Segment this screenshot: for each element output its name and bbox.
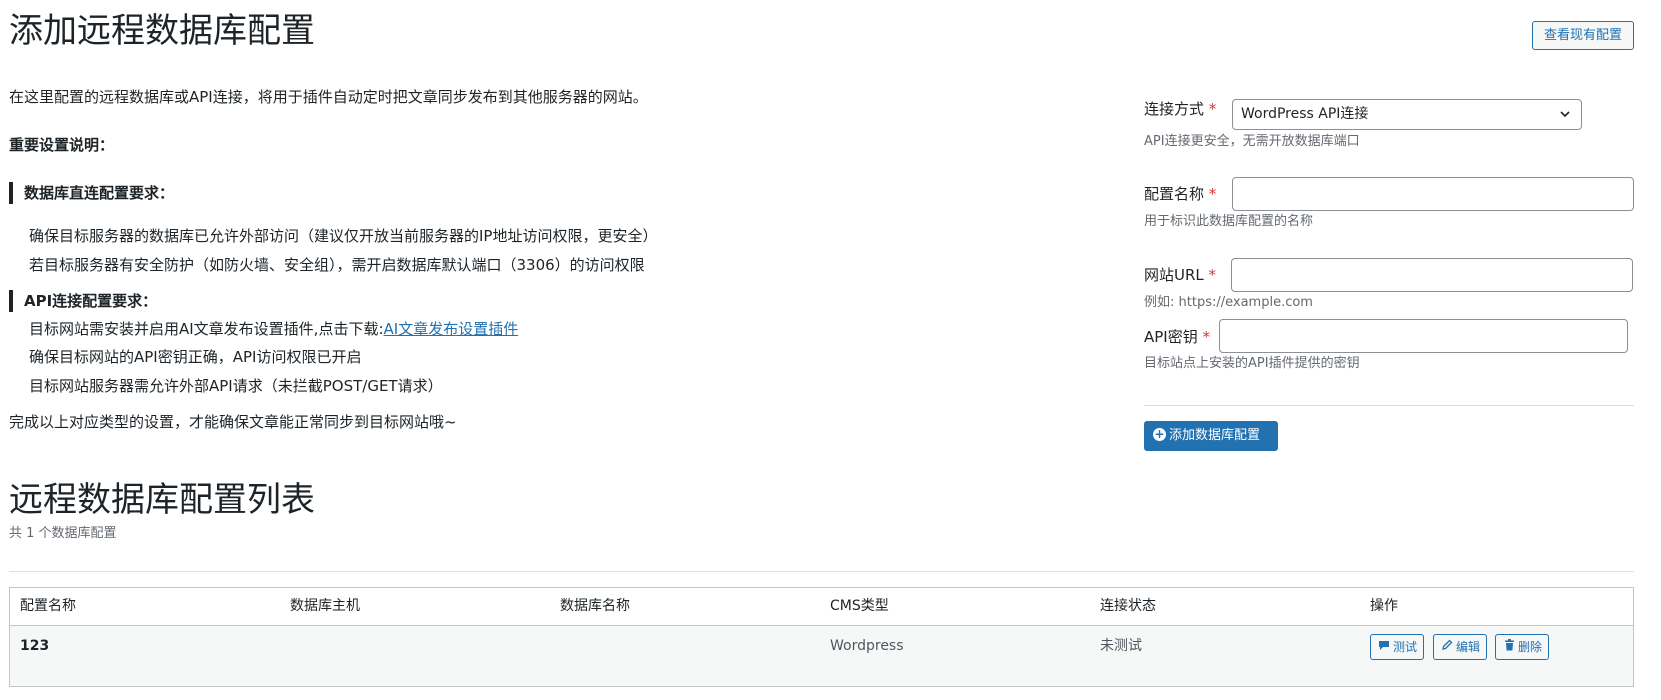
delete-button[interactable]: 删除 <box>1495 634 1550 660</box>
plus-circle-icon: + <box>1153 427 1166 441</box>
table-header: 配置名称 数据库主机 数据库名称 CMS类型 连接状态 操作 <box>10 588 1633 626</box>
trash-icon <box>1502 635 1516 659</box>
api-section-title: API连接配置要求： <box>9 290 157 312</box>
plugin-download-link[interactable]: AI文章发布设置插件 <box>384 320 519 338</box>
column-header-cms: CMS类型 <box>830 598 889 614</box>
config-name-hint: 用于标识此数据库配置的名称 <box>1144 214 1314 229</box>
config-name-label-text: 配置名称 <box>1144 185 1205 203</box>
footer-note: 完成以上对应类型的设置，才能确保文章能正常同步到目标网站哦~ <box>9 413 457 431</box>
intro-description: 在这里配置的远程数据库或API连接，将用于插件自动定时把文章同步发布到其他服务器… <box>9 88 648 106</box>
form-divider <box>1144 405 1634 406</box>
connection-label-text: 连接方式 <box>1144 100 1205 118</box>
connection-label: 连接方式 * <box>1144 98 1216 120</box>
view-existing-configs-button[interactable]: 查看现有配置 <box>1532 21 1634 50</box>
column-header-host: 数据库主机 <box>290 598 360 614</box>
api-key-label-text: API密钥 <box>1144 328 1198 346</box>
connection-select[interactable]: WordPress API连接 <box>1232 99 1582 130</box>
required-mark: * <box>1208 266 1217 284</box>
api-key-label: API密钥 * <box>1144 326 1210 348</box>
api-requirement-3: 目标网站服务器需允许外部API请求（未拦截POST/GET请求） <box>29 377 443 395</box>
cell-config-name: 123 <box>20 638 50 654</box>
add-config-button[interactable]: + 添加数据库配置 <box>1144 421 1278 451</box>
connection-hint: API连接更安全，无需开放数据库端口 <box>1144 134 1360 149</box>
api-requirement-1-text: 目标网站需安装并启用AI文章发布设置插件,点击下载: <box>29 320 384 338</box>
config-name-label: 配置名称 * <box>1144 183 1216 205</box>
page-title: 添加远程数据库配置 <box>9 11 315 51</box>
config-table: 配置名称 数据库主机 数据库名称 CMS类型 连接状态 操作 123 Wordp… <box>9 587 1634 687</box>
test-button-label: 测试 <box>1393 640 1418 654</box>
required-mark: * <box>1208 100 1217 118</box>
test-button[interactable]: 测试 <box>1370 634 1425 660</box>
required-mark: * <box>1202 328 1211 346</box>
column-header-db-name: 数据库名称 <box>560 598 630 614</box>
list-divider <box>9 571 1634 572</box>
edit-button-label: 编辑 <box>1456 640 1481 654</box>
add-config-button-label: 添加数据库配置 <box>1169 428 1261 443</box>
comment-icon <box>1377 635 1391 659</box>
column-header-status: 连接状态 <box>1100 598 1156 614</box>
site-url-label: 网站URL * <box>1144 264 1216 286</box>
chevron-down-icon <box>1559 100 1571 140</box>
edit-button[interactable]: 编辑 <box>1433 634 1488 660</box>
column-header-actions: 操作 <box>1370 598 1398 614</box>
required-mark: * <box>1208 185 1217 203</box>
api-key-hint: 目标站点上安装的API插件提供的密钥 <box>1144 356 1360 371</box>
db-requirement-1: 确保目标服务器的数据库已允许外部访问（建议仅开放当前服务器的IP地址访问权限，更… <box>29 227 658 245</box>
api-requirement-2: 确保目标网站的API密钥正确，API访问权限已开启 <box>29 348 362 366</box>
config-count: 共 1 个数据库配置 <box>9 526 117 541</box>
api-key-input[interactable] <box>1219 319 1628 353</box>
config-name-input[interactable] <box>1232 177 1634 211</box>
db-section-title: 数据库直连配置要求： <box>9 182 174 204</box>
list-title: 远程数据库配置列表 <box>9 480 315 520</box>
delete-button-label: 删除 <box>1518 640 1543 654</box>
api-requirement-1: 目标网站需安装并启用AI文章发布设置插件,点击下载:AI文章发布设置插件 <box>29 318 518 340</box>
site-url-hint: 例如: https://example.com <box>1144 295 1313 310</box>
cell-cms-type: Wordpress <box>830 638 904 654</box>
db-requirement-2: 若目标服务器有安全防护（如防火墙、安全组），需开启数据库默认端口（3306）的访… <box>29 256 645 274</box>
site-url-label-text: 网站URL <box>1144 266 1204 284</box>
site-url-input[interactable] <box>1231 258 1633 292</box>
pencil-icon <box>1440 635 1454 659</box>
connection-select-value: WordPress API连接 <box>1241 106 1369 122</box>
cell-connection-status: 未测试 <box>1100 638 1142 654</box>
page: 添加远程数据库配置 查看现有配置 在这里配置的远程数据库或API连接，将用于插件… <box>0 0 1661 700</box>
table-row: 123 Wordpress 未测试 测试 编辑 删除 <box>10 626 1633 686</box>
column-header-name: 配置名称 <box>20 598 76 614</box>
important-title: 重要设置说明： <box>9 136 115 154</box>
